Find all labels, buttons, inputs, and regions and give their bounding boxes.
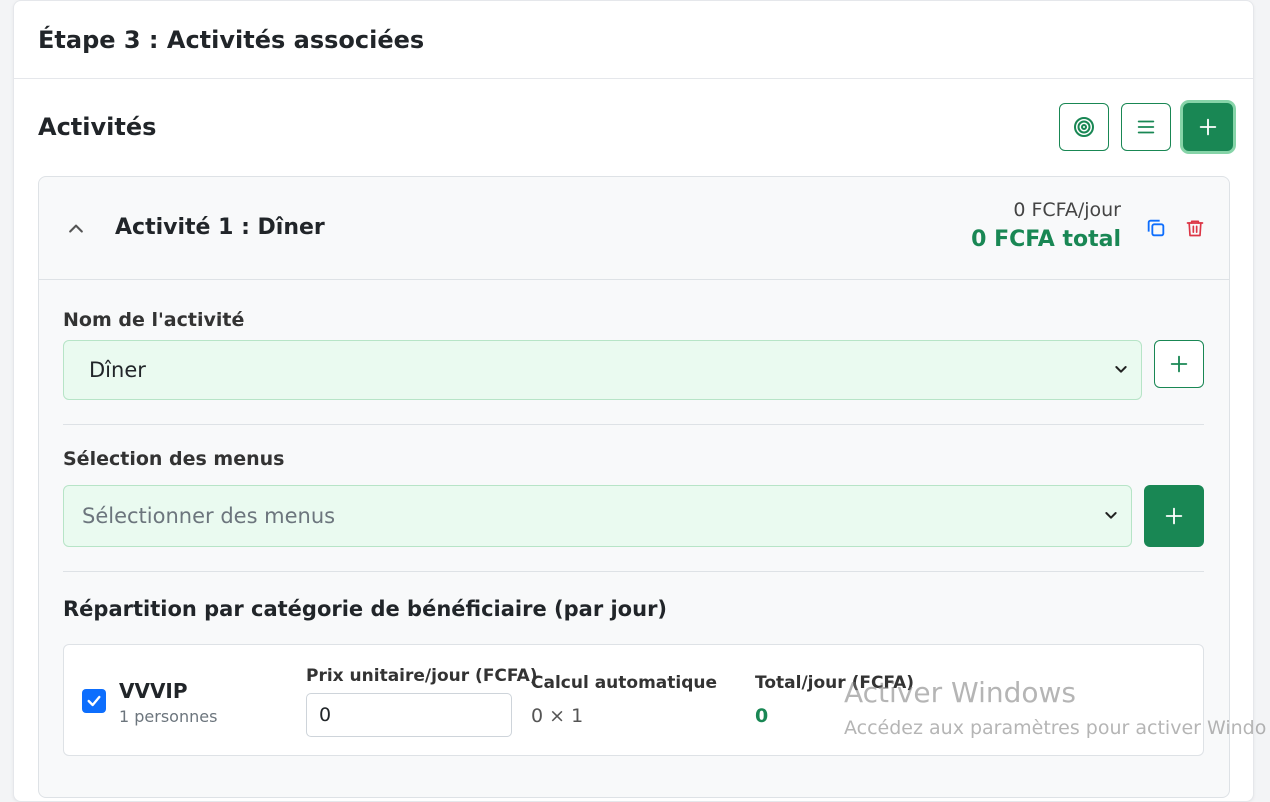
divider [63,571,1204,572]
list-button[interactable] [1121,103,1171,151]
plus-icon [1199,118,1217,136]
add-menu-button[interactable] [1144,485,1204,547]
total-amount: 0 FCFA total [971,227,1121,252]
menus-label: Sélection des menus [63,448,285,470]
menus-placeholder: Sélectionner des menus [82,504,336,528]
watermark-title: Activer Windows [844,676,1077,709]
check-icon [87,695,101,707]
beneficiary-name: VVVIP [119,679,188,703]
chevron-down-icon [1103,504,1119,528]
activity-header[interactable]: Activité 1 : Dîner 0 FCFA/jour 0 FCFA to… [39,177,1229,280]
repartition-title: Répartition par catégorie de bénéficiair… [63,597,668,621]
divider [63,424,1204,425]
total-day-value: 0 [755,705,769,727]
beneficiary-count: 1 personnes [119,707,218,726]
add-activity-name-button[interactable] [1154,340,1204,388]
watermark-subtitle: Accédez aux paramètres pour activer Wind… [844,717,1267,739]
add-activity-button[interactable] [1183,103,1233,151]
per-day-amount: 0 FCFA/jour [1013,199,1121,221]
plus-icon [1170,355,1188,373]
plus-icon [1165,507,1183,525]
menus-select[interactable]: Sélectionner des menus [63,485,1132,547]
chevron-up-icon[interactable] [66,219,86,243]
chevron-down-icon [1113,358,1129,382]
calc-label: Calcul automatique [531,673,718,693]
copy-icon[interactable] [1145,217,1167,243]
calc-value: 0 × 1 [531,705,584,727]
list-icon [1137,120,1155,134]
step-header: Étape 3 : Activités associées [14,1,1253,79]
activity-title: Activité 1 : Dîner [115,215,325,240]
section-title: Activités [38,113,157,141]
activity-name-value: Dîner [89,358,146,382]
toolbar [1059,103,1233,151]
activity-amounts: 0 FCFA/jour 0 FCFA total [971,199,1121,252]
activities-header: Activités [38,101,1233,153]
trash-icon[interactable] [1185,217,1205,243]
price-input[interactable] [306,693,512,737]
target-button[interactable] [1059,103,1109,151]
beneficiary-checkbox[interactable] [82,689,106,713]
price-label: Prix unitaire/jour (FCFA) [306,666,538,686]
activity-name-select[interactable]: Dîner [63,340,1142,400]
target-icon [1074,117,1094,137]
step-title: Étape 3 : Activités associées [38,25,425,54]
activity-name-label: Nom de l'activité [63,309,245,331]
windows-watermark: Activer Windows Accédez aux paramètres p… [844,676,1266,739]
